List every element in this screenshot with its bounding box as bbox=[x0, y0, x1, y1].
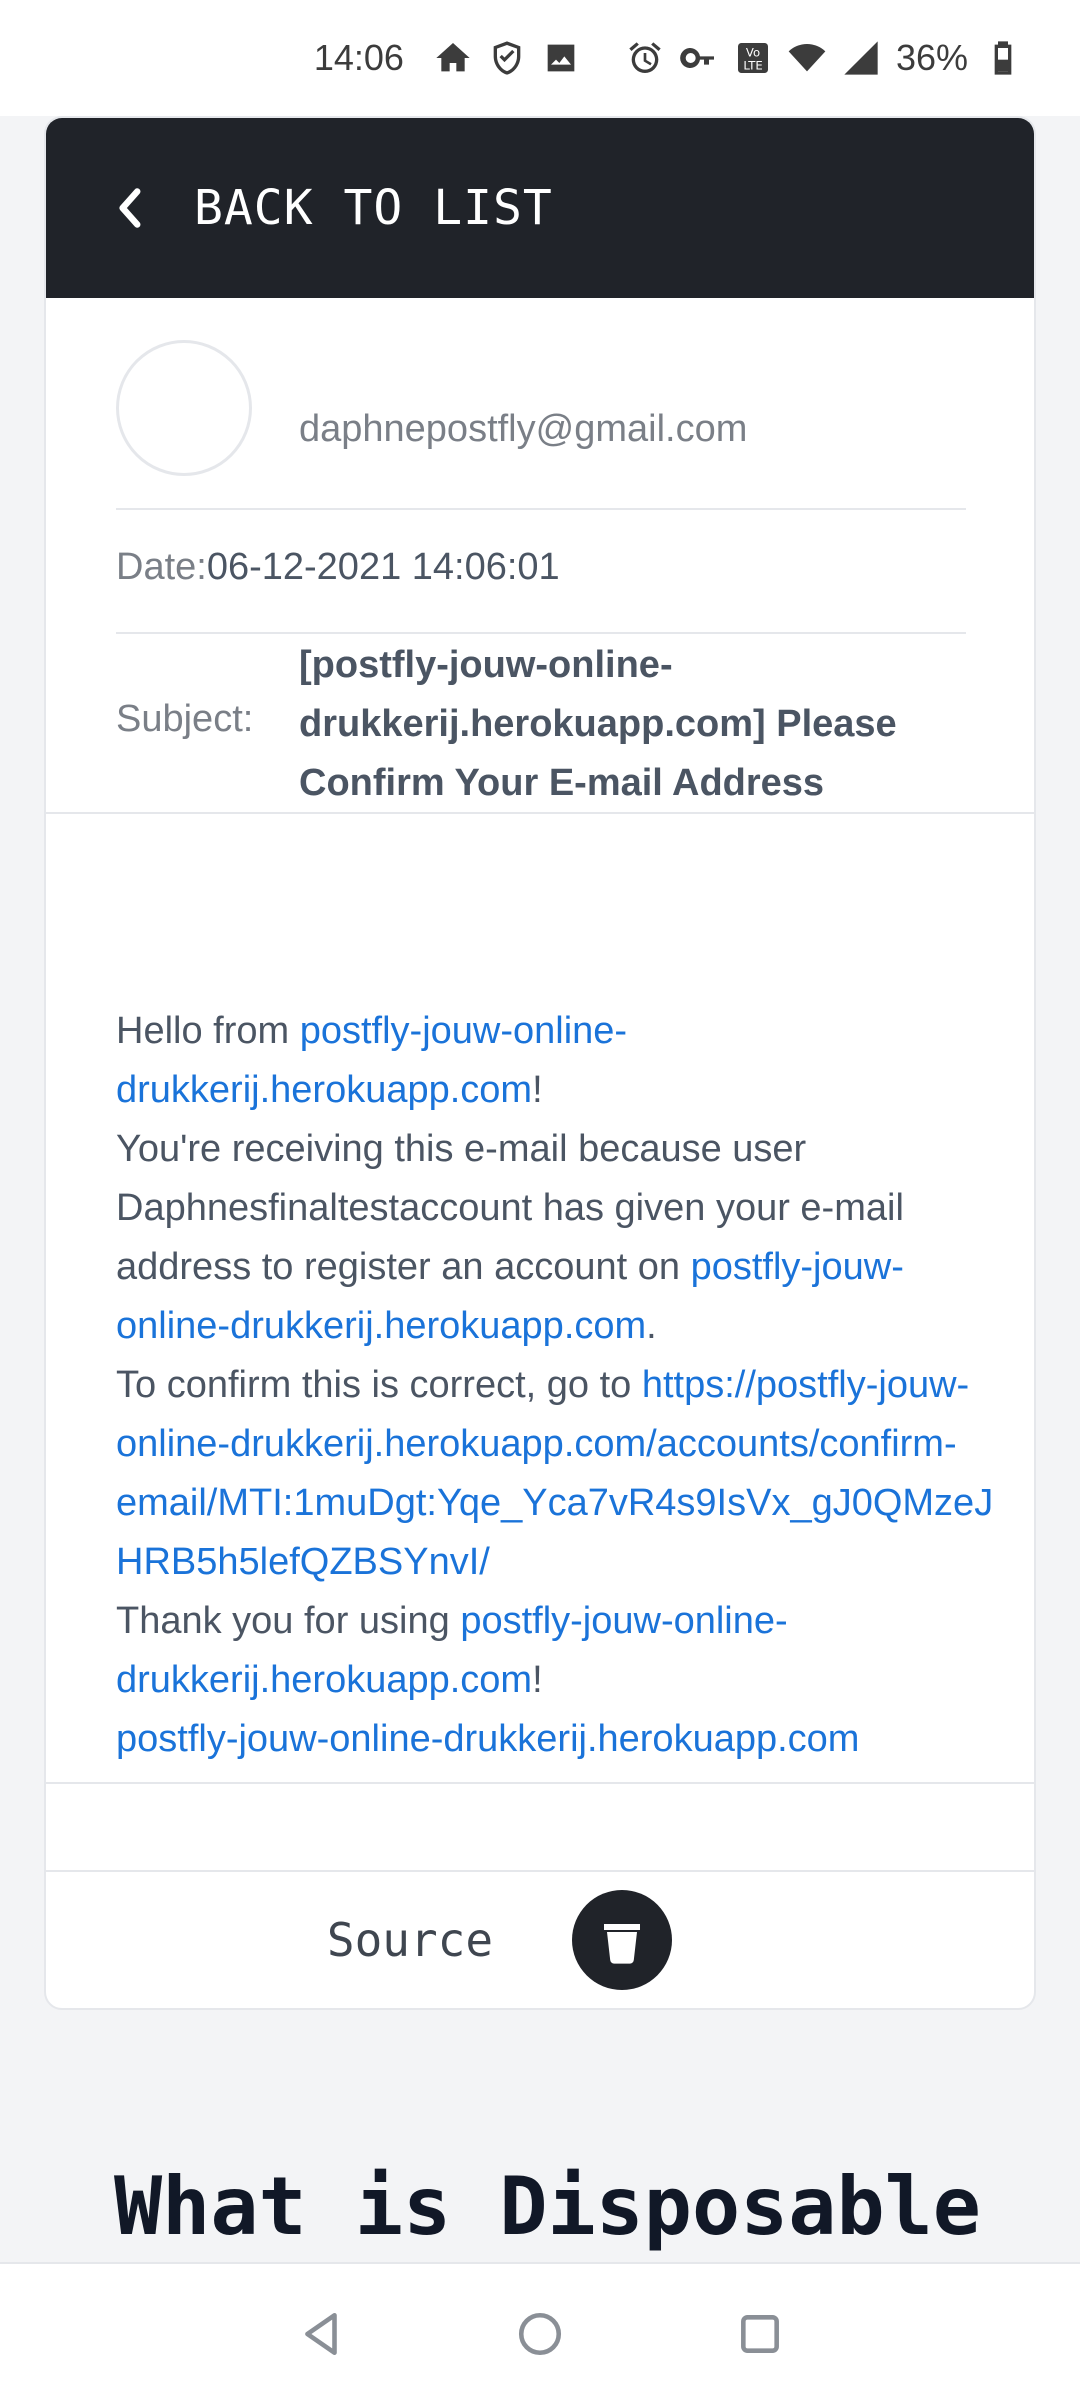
delete-button[interactable] bbox=[572, 1890, 672, 1990]
body-exclaim: ! bbox=[532, 1069, 543, 1111]
section-heading: What is Disposable bbox=[114, 2160, 981, 2253]
divider bbox=[116, 632, 966, 634]
wifi-icon bbox=[785, 36, 829, 80]
date-row: Date:06-12-2021 14:06:01 bbox=[116, 546, 560, 589]
back-to-list-button[interactable]: BACK TO LIST bbox=[46, 118, 1034, 298]
trash-icon bbox=[604, 1924, 640, 1964]
chevron-left-icon bbox=[114, 186, 144, 230]
divider bbox=[46, 812, 1034, 814]
body-period: . bbox=[646, 1305, 657, 1347]
divider bbox=[46, 1782, 1034, 1784]
battery-percent: 36% bbox=[895, 37, 968, 78]
back-to-list-label: BACK TO LIST bbox=[194, 180, 553, 236]
subject-label: Subject: bbox=[116, 698, 254, 740]
sender-email: daphnepostfly@gmail.com bbox=[299, 408, 748, 450]
source-button[interactable]: Source bbox=[310, 1900, 510, 1980]
svg-text:LTE: LTE bbox=[743, 59, 762, 73]
email-actions: Source bbox=[46, 1870, 1034, 2008]
status-time: 14:06 bbox=[313, 37, 404, 78]
date-value: 06-12-2021 14:06:01 bbox=[206, 546, 560, 588]
navigation-bar bbox=[0, 2262, 1080, 2400]
recents-nav-icon[interactable] bbox=[732, 2306, 788, 2362]
subject-value: [postfly-jouw-online-drukkerij.herokuapp… bbox=[299, 644, 897, 804]
alarm-icon bbox=[623, 36, 667, 80]
svg-text:Vo: Vo bbox=[746, 45, 760, 59]
home-nav-icon[interactable] bbox=[512, 2306, 568, 2362]
status-bar: 14:06 Vo LTE 36% bbox=[0, 0, 1080, 116]
body-greeting: Hello from bbox=[116, 1010, 300, 1052]
volte-icon: Vo LTE bbox=[731, 36, 775, 80]
date-label: Date: bbox=[116, 546, 207, 588]
divider bbox=[116, 508, 966, 510]
image-icon bbox=[539, 36, 583, 80]
site-link[interactable]: postfly-jouw-online-drukkerij.herokuapp.… bbox=[116, 1718, 859, 1760]
key-icon bbox=[677, 36, 721, 80]
avatar bbox=[116, 340, 252, 476]
shield-icon bbox=[485, 36, 529, 80]
email-card: BACK TO LIST daphnepostfly@gmail.com Dat… bbox=[44, 116, 1036, 2010]
body-confirm-text: To confirm this is correct, go to bbox=[116, 1364, 642, 1406]
back-nav-icon[interactable] bbox=[294, 2306, 350, 2362]
email-body: Hello from postfly-jouw-online-drukkerij… bbox=[116, 1002, 996, 1769]
home-icon bbox=[431, 36, 475, 80]
signal-icon bbox=[839, 36, 883, 80]
body-thanks: Thank you for using bbox=[116, 1600, 461, 1642]
battery-icon bbox=[981, 36, 1025, 80]
body-exclaim: ! bbox=[532, 1659, 543, 1701]
